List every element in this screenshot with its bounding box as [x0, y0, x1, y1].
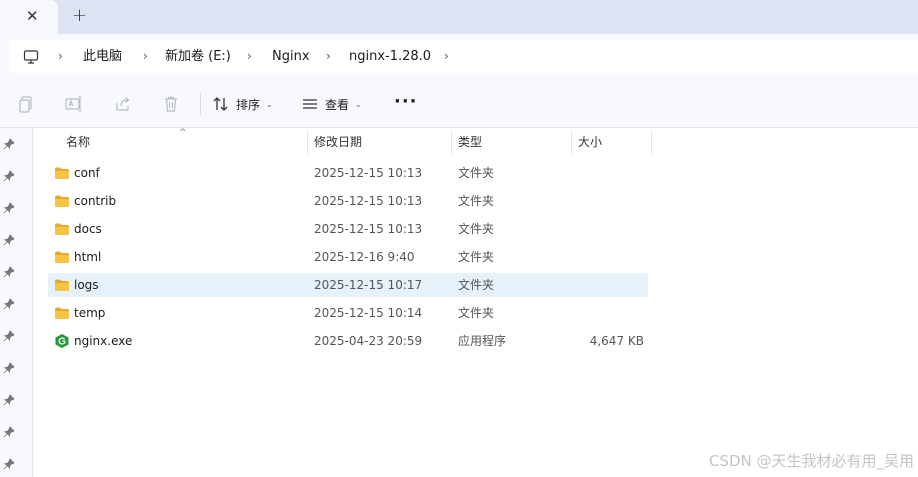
file-name: conf — [74, 166, 100, 180]
column-size[interactable]: 大小 — [572, 128, 652, 156]
view-label: 查看 — [325, 97, 350, 112]
breadcrumb-separator[interactable]: › — [326, 40, 331, 73]
file-row-nginx-exe[interactable]: G nginx.exe 2025-04-23 20:59 应用程序 4,647 … — [48, 329, 648, 353]
toolbar-divider — [200, 93, 201, 115]
file-type: 应用程序 — [458, 334, 507, 348]
folder-icon — [55, 251, 69, 263]
file-type: 文件夹 — [458, 250, 495, 264]
breadcrumb-separator[interactable]: › — [58, 40, 63, 73]
file-date: 2025-12-15 10:13 — [314, 194, 423, 208]
sort-icon — [213, 97, 228, 111]
file-name: nginx.exe — [74, 334, 133, 348]
file-row-conf[interactable]: conf 2025-12-15 10:13 文件夹 — [48, 161, 648, 185]
breadcrumb-this-pc[interactable]: 此电脑 — [83, 40, 122, 73]
chevron-down-icon: ⌄ — [355, 99, 362, 109]
address-area: › 此电脑 › 新加卷 (E:) › Nginx › nginx-1.28.0 … — [0, 34, 918, 80]
folder-icon — [55, 279, 69, 291]
pin-icon[interactable] — [3, 266, 15, 278]
breadcrumb-separator[interactable]: › — [444, 40, 449, 73]
column-date-modified[interactable]: 修改日期 — [308, 128, 452, 156]
delete-icon[interactable] — [161, 94, 181, 114]
pin-icon[interactable] — [3, 458, 15, 470]
file-date: 2025-12-15 10:14 — [314, 306, 423, 320]
column-header-row: ^ 名称 修改日期 类型 大小 — [34, 128, 918, 156]
pin-icon[interactable] — [3, 330, 15, 342]
file-name: logs — [74, 278, 99, 292]
tab-strip: ✕ + — [0, 0, 918, 34]
file-type: 文件夹 — [458, 166, 495, 180]
file-type: 文件夹 — [458, 306, 495, 320]
file-name: docs — [74, 222, 102, 236]
view-icon — [303, 99, 317, 109]
file-size: 4,647 KB — [589, 334, 644, 348]
nginx-app-icon: G — [55, 334, 69, 348]
command-bar: 排序 ⌄ 查看 ⌄ ··· — [0, 80, 918, 128]
sort-button[interactable]: 排序 ⌄ — [212, 92, 273, 116]
breadcrumb-separator[interactable]: › — [143, 40, 148, 73]
breadcrumb-separator[interactable]: › — [247, 40, 252, 73]
column-divider[interactable] — [651, 130, 652, 154]
file-row-logs[interactable]: logs 2025-12-15 10:17 文件夹 — [48, 273, 648, 297]
file-type: 文件夹 — [458, 194, 495, 208]
pin-icon[interactable] — [3, 362, 15, 374]
column-type[interactable]: 类型 — [452, 128, 572, 156]
column-name[interactable]: 名称 — [60, 128, 308, 156]
file-type: 文件夹 — [458, 278, 495, 292]
chevron-down-icon: ⌄ — [266, 99, 273, 109]
file-row-temp[interactable]: temp 2025-12-15 10:14 文件夹 — [48, 301, 648, 325]
pin-icon[interactable] — [3, 138, 15, 150]
pin-icon[interactable] — [3, 298, 15, 310]
watermark: CSDN @天生我材必有用_吴用 — [708, 452, 914, 470]
share-icon[interactable] — [113, 94, 133, 114]
pin-icon[interactable] — [3, 202, 15, 214]
file-list: ^ 名称 修改日期 类型 大小 conf 2025-12-15 10:13 文件… — [34, 128, 918, 477]
file-row-docs[interactable]: docs 2025-12-15 10:13 文件夹 — [48, 217, 648, 241]
rename-icon[interactable] — [64, 94, 84, 114]
new-tab-icon[interactable]: + — [72, 6, 87, 26]
file-date: 2025-04-23 20:59 — [314, 334, 423, 348]
pin-icon[interactable] — [3, 426, 15, 438]
active-tab[interactable]: ✕ — [0, 0, 58, 34]
close-tab-icon[interactable]: ✕ — [26, 7, 39, 25]
file-name: html — [74, 250, 102, 264]
computer-icon — [23, 50, 39, 64]
folder-icon — [55, 195, 69, 207]
pin-icon[interactable] — [3, 170, 15, 182]
svg-text:G: G — [58, 337, 66, 348]
breadcrumb[interactable]: › 此电脑 › 新加卷 (E:) › Nginx › nginx-1.28.0 … — [10, 40, 918, 73]
folder-icon — [55, 307, 69, 319]
breadcrumb-nginx-1-28-0[interactable]: nginx-1.28.0 — [349, 40, 431, 73]
file-type: 文件夹 — [458, 222, 495, 236]
file-row-html[interactable]: html 2025-12-16 9:40 文件夹 — [48, 245, 648, 269]
navigation-pane[interactable] — [0, 128, 33, 477]
view-button[interactable]: 查看 ⌄ — [301, 92, 362, 116]
sort-label: 排序 — [236, 97, 261, 112]
pin-icon[interactable] — [3, 234, 15, 246]
file-date: 2025-12-16 9:40 — [314, 250, 415, 264]
pin-icon[interactable] — [3, 394, 15, 406]
breadcrumb-drive-e[interactable]: 新加卷 (E:) — [165, 40, 231, 73]
file-date: 2025-12-15 10:13 — [314, 222, 423, 236]
folder-icon — [55, 167, 69, 179]
folder-icon — [55, 223, 69, 235]
more-options-button[interactable]: ··· — [394, 92, 418, 112]
breadcrumb-nginx[interactable]: Nginx — [272, 40, 310, 73]
file-name: temp — [74, 306, 106, 320]
file-date: 2025-12-15 10:13 — [314, 166, 423, 180]
file-name: contrib — [74, 194, 117, 208]
file-row-contrib[interactable]: contrib 2025-12-15 10:13 文件夹 — [48, 189, 648, 213]
copy-icon[interactable] — [17, 94, 37, 114]
file-date: 2025-12-15 10:17 — [314, 278, 423, 292]
